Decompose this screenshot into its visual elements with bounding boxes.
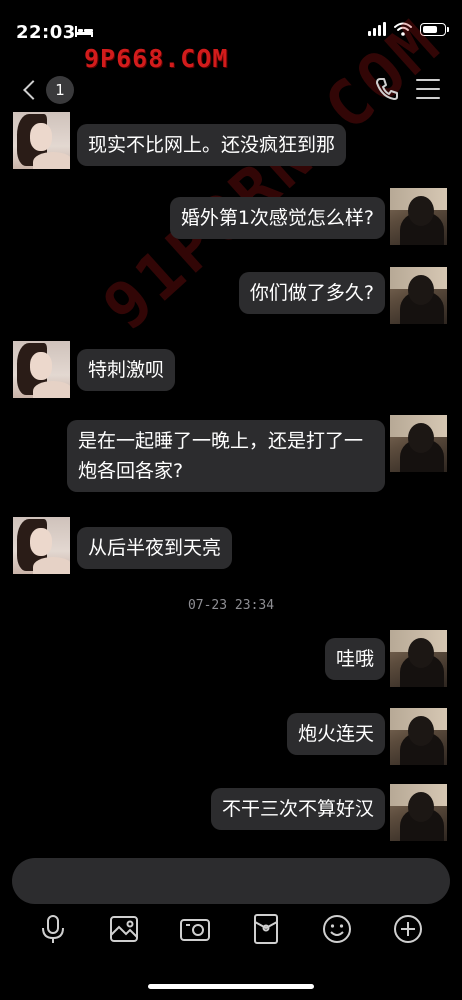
contact-avatar[interactable] xyxy=(13,341,70,398)
status-time: 22:03 xyxy=(16,22,76,43)
microphone-icon[interactable] xyxy=(36,912,70,946)
message-bubble-sent[interactable]: 不干三次不算好汉 xyxy=(210,788,385,830)
contact-avatar[interactable] xyxy=(13,112,70,169)
message-bubble-sent[interactable]: 婚外第1次感觉怎么样? xyxy=(169,197,385,239)
battery-fill xyxy=(423,25,437,33)
contact-avatar[interactable] xyxy=(13,517,70,574)
wifi-icon xyxy=(394,22,412,36)
status-indicators xyxy=(368,22,449,36)
message-input[interactable] xyxy=(12,858,450,904)
camera-icon[interactable] xyxy=(178,912,212,946)
message-bubble-sent[interactable]: 哇哦 xyxy=(324,638,385,680)
phone-icon[interactable] xyxy=(374,76,400,102)
battery-icon xyxy=(420,22,449,36)
user-avatar[interactable] xyxy=(390,784,447,841)
message-bubble-sent[interactable]: 炮火连天 xyxy=(286,713,385,755)
user-avatar[interactable] xyxy=(390,708,447,765)
home-indicator[interactable] xyxy=(148,984,314,989)
emoji-icon[interactable] xyxy=(320,912,354,946)
image-icon[interactable] xyxy=(107,912,141,946)
user-avatar[interactable] xyxy=(390,188,447,245)
cellular-signal-icon xyxy=(368,22,386,36)
user-avatar[interactable] xyxy=(390,267,447,324)
message-bubble-received[interactable]: 从后半夜到天亮 xyxy=(77,527,233,569)
status-bar: 22:03 xyxy=(0,0,462,60)
watermark-text: 9P668.COM xyxy=(84,44,229,73)
chat-header: 1 xyxy=(0,70,462,110)
plus-icon[interactable] xyxy=(391,912,425,946)
menu-icon[interactable] xyxy=(416,79,440,99)
input-toolbar xyxy=(0,912,462,952)
user-avatar[interactable] xyxy=(390,415,447,472)
chevron-left-icon xyxy=(23,80,43,100)
bed-icon xyxy=(75,26,93,37)
back-button[interactable]: 1 xyxy=(20,76,74,104)
message-timestamp: 07-23 23:34 xyxy=(187,598,275,613)
user-avatar[interactable] xyxy=(390,630,447,687)
message-bubble-received[interactable]: 特刺激呗 xyxy=(77,349,176,391)
red-packet-icon[interactable] xyxy=(249,912,283,946)
message-bubble-sent[interactable]: 是在一起睡了一晚上，还是打了一炮各回各家? xyxy=(67,420,385,492)
message-bubble-received[interactable]: 现实不比网上。还没疯狂到那 xyxy=(77,124,347,166)
unread-badge: 1 xyxy=(46,76,74,104)
message-bubble-sent[interactable]: 你们做了多久? xyxy=(238,272,385,314)
